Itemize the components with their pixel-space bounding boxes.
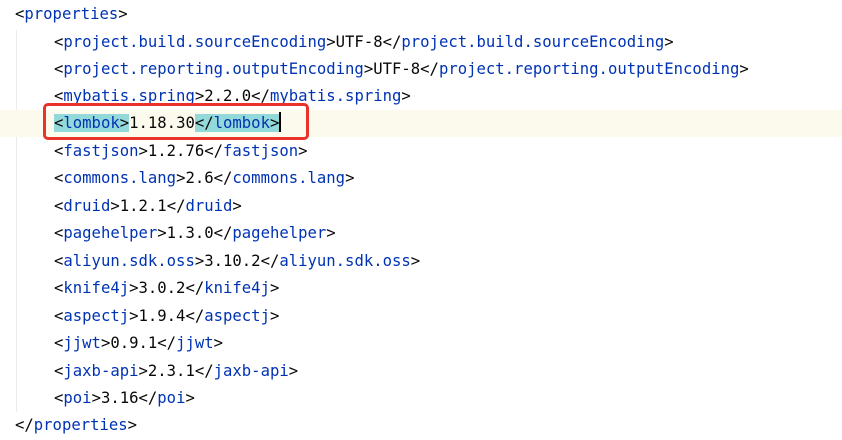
xml-tag: properties [24,5,119,23]
code-line[interactable]: <project.build.sourceEncoding>UTF-8</pro… [0,29,842,56]
code-line[interactable]: <aliyun.sdk.oss>3.10.2</aliyun.sdk.oss> [0,248,842,275]
xml-tag: pagehelper [63,224,158,242]
xml-tag: project.build.sourceEncoding [63,33,327,51]
code-line[interactable]: <commons.lang>2.6</commons.lang> [0,165,842,192]
code-line[interactable]: <poi>3.16</poi> [0,385,842,412]
code-line[interactable]: <mybatis.spring>2.2.0</mybatis.spring> [0,83,842,110]
xml-tag: fastjson [223,142,299,160]
xml-value: 3.16 [100,389,139,407]
xml-tag: poi [63,389,92,407]
xml-tag: properties [33,416,128,434]
xml-tag-highlighted: lombok [213,114,270,132]
xml-value: 3.10.2 [204,252,261,270]
xml-tag: project.reporting.outputEncoding [438,60,740,78]
xml-tag: knife4j [63,279,130,297]
code-editor[interactable]: <properties> <project.build.sourceEncodi… [0,0,842,440]
code-line[interactable]: <project.reporting.outputEncoding>UTF-8<… [0,56,842,83]
xml-value: 1.2.1 [119,197,167,215]
code-line[interactable]: <knife4j>3.0.2</knife4j> [0,275,842,302]
xml-tag: aliyun.sdk.oss [279,252,411,270]
xml-tag: aspectj [63,307,130,325]
xml-tag: aspectj [204,307,270,325]
xml-value: 2.6 [185,169,214,187]
xml-value: 1.18.30 [129,114,195,132]
xml-tag: druid [63,197,111,215]
code-line[interactable]: <druid>1.2.1</druid> [0,193,842,220]
xml-tag: jjwt [176,334,214,352]
xml-tag: pagehelper [232,224,327,242]
xml-tag: jaxb-api [63,362,139,380]
xml-value: 0.9.1 [110,334,158,352]
xml-value: 2.2.0 [204,87,252,105]
xml-tag: commons.lang [63,169,177,187]
code-line[interactable]: <fastjson>1.2.76</fastjson> [0,138,842,165]
xml-tag: project.reporting.outputEncoding [63,60,364,78]
xml-tag: knife4j [204,279,270,297]
code-line[interactable]: <pagehelper>1.3.0</pagehelper> [0,220,842,247]
xml-tag: jaxb-api [213,362,289,380]
xml-tag: commons.lang [232,169,346,187]
code-line-properties-open[interactable]: <properties> [0,1,842,28]
code-line[interactable]: <jaxb-api>2.3.1</jaxb-api> [0,358,842,385]
xml-value: 3.0.2 [138,279,186,297]
xml-tag: aliyun.sdk.oss [63,252,195,270]
xml-tag: project.build.sourceEncoding [401,33,665,51]
xml-value: 1.9.4 [138,307,186,325]
xml-tag: mybatis.spring [269,87,402,105]
xml-tag: druid [185,197,233,215]
xml-value: 2.3.1 [147,362,195,380]
xml-tag: mybatis.spring [63,87,195,105]
xml-tag-highlighted: lombok [63,114,120,132]
xml-value: UTF-8 [373,60,421,78]
xml-tag: jjwt [63,334,101,352]
code-line-properties-close[interactable]: </properties> [0,412,842,439]
xml-value: 1.3.0 [166,224,214,242]
code-line[interactable]: <aspectj>1.9.4</aspectj> [0,303,842,330]
xml-tag: poi [157,389,186,407]
code-line[interactable]: <jjwt>0.9.1</jjwt> [0,330,842,357]
code-line-current[interactable]: <lombok>1.18.30</lombok> [0,110,842,137]
xml-value: UTF-8 [335,33,383,51]
text-caret [279,112,281,132]
xml-tag: fastjson [63,142,139,160]
xml-value: 1.2.76 [147,142,205,160]
